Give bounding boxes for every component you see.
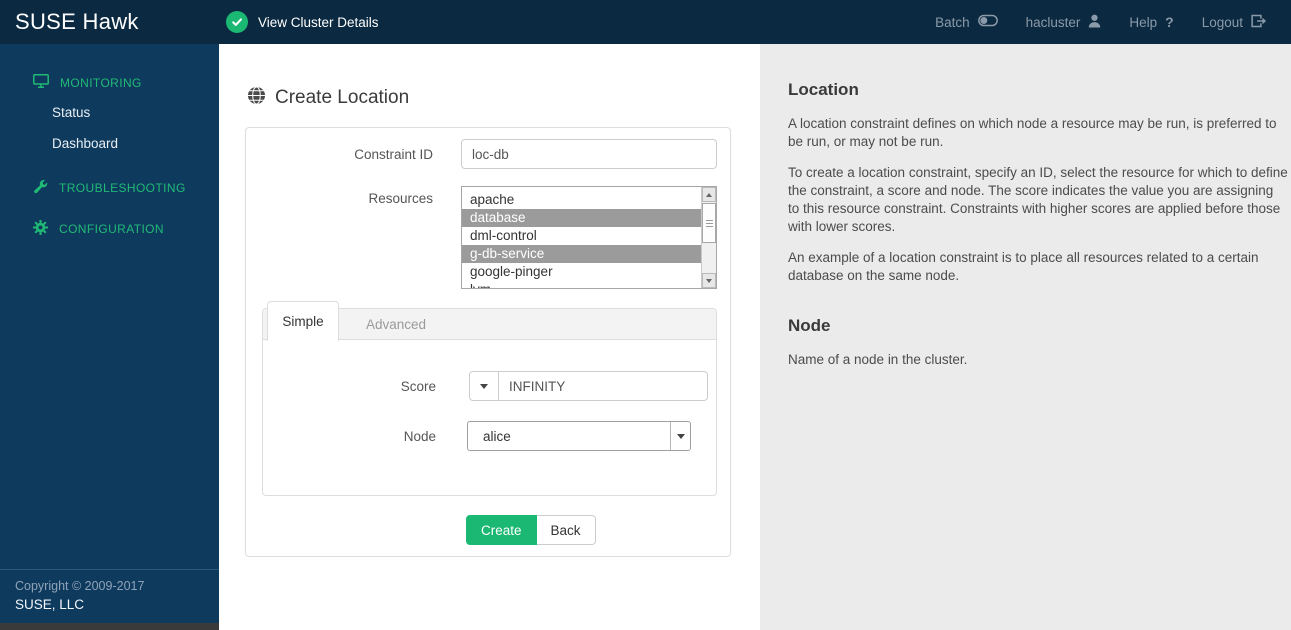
resource-option[interactable]: dml-control: [462, 227, 701, 245]
caret-down-icon: [676, 433, 685, 439]
resource-option[interactable]: apache: [462, 191, 701, 209]
tab-simple[interactable]: Simple: [267, 301, 339, 341]
toggle-icon: [977, 14, 998, 30]
scrollbar-thumb[interactable]: [702, 203, 716, 243]
caret-down-icon: [480, 383, 488, 389]
sidebar-footer: Copyright © 2009-2017 SUSE, LLC: [0, 569, 219, 623]
configuration-label: CONFIGURATION: [59, 222, 164, 236]
help-link[interactable]: Help ?: [1115, 14, 1187, 30]
wrench-icon: [33, 179, 48, 197]
batch-link[interactable]: Batch: [921, 14, 1012, 30]
chevron-down-icon: [706, 278, 712, 283]
company-text: SUSE, LLC: [15, 597, 85, 612]
monitor-icon: [33, 74, 49, 91]
sidebar-item-troubleshooting[interactable]: TROUBLESHOOTING: [0, 179, 219, 197]
sidebar-item-configuration[interactable]: CONFIGURATION: [0, 220, 219, 238]
node-selected-value: alice: [483, 428, 511, 444]
resource-option[interactable]: database: [462, 209, 701, 227]
form-actions: Create Back: [466, 515, 596, 545]
bottom-strip: [0, 623, 219, 630]
sidebar-item-status[interactable]: Status: [0, 105, 219, 120]
user-icon: [1088, 14, 1101, 31]
logout-link[interactable]: Logout: [1188, 14, 1281, 31]
troubleshooting-label: TROUBLESHOOTING: [59, 181, 186, 195]
constraint-id-input[interactable]: [461, 139, 717, 169]
score-dropdown-button[interactable]: [470, 372, 499, 400]
help-location-paragraph-2: To create a location constraint, specify…: [788, 165, 1288, 234]
resources-label: Resources: [368, 191, 433, 206]
create-location-form: Constraint ID Resources apache database …: [245, 127, 731, 557]
user-menu[interactable]: hacluster: [1012, 14, 1116, 31]
score-input-group: [469, 371, 708, 401]
topbar-links: Batch hacluster Help ? Logout: [921, 14, 1291, 31]
sidebar: MONITORING Status Dashboard TROUBLESHOOT…: [0, 44, 219, 630]
node-label: Node: [403, 429, 436, 444]
monitoring-label: MONITORING: [60, 75, 142, 90]
resources-multiselect[interactable]: apache database dml-control g-db-service…: [461, 186, 717, 289]
tab-advanced[interactable]: Advanced: [352, 309, 440, 340]
page-title-text: Create Location: [275, 87, 410, 108]
cluster-status[interactable]: View Cluster Details: [226, 11, 379, 33]
resource-option[interactable]: lvm: [462, 281, 701, 288]
score-input[interactable]: [499, 372, 707, 400]
resource-option[interactable]: g-db-service: [462, 245, 701, 263]
chevron-up-icon: [706, 192, 712, 197]
help-location-title: Location: [788, 80, 859, 99]
back-button[interactable]: Back: [536, 515, 596, 545]
node-dropdown-button[interactable]: [670, 422, 690, 450]
help-location-paragraph-1: A location constraint defines on which n…: [788, 116, 1277, 149]
help-location-paragraph-3: An example of a location constraint is t…: [788, 250, 1259, 283]
sidebar-item-monitoring[interactable]: MONITORING: [0, 74, 219, 91]
logout-label: Logout: [1201, 14, 1243, 30]
resources-scrollbar[interactable]: [701, 187, 716, 288]
help-panel: Location A location constraint defines o…: [760, 44, 1291, 630]
score-label: Score: [400, 379, 436, 394]
create-button[interactable]: Create: [466, 515, 537, 545]
constraint-id-label: Constraint ID: [354, 147, 433, 162]
cluster-status-label: View Cluster Details: [258, 14, 379, 30]
page-title: Create Location: [247, 86, 409, 110]
sidebar-item-dashboard[interactable]: Dashboard: [0, 136, 219, 151]
gear-icon: [33, 220, 48, 238]
copyright-text: Copyright © 2009-2017: [15, 579, 145, 593]
app-logo[interactable]: SUSE Hawk: [0, 9, 219, 35]
batch-label: Batch: [935, 14, 970, 30]
resources-list: apache database dml-control g-db-service…: [462, 187, 701, 288]
main-content: Create Location Constraint ID Resources …: [219, 44, 760, 630]
question-mark-icon: ?: [1165, 14, 1174, 30]
user-label: hacluster: [1025, 14, 1081, 30]
node-select[interactable]: alice: [467, 421, 691, 451]
help-node-paragraph: Name of a node in the cluster.: [788, 352, 968, 367]
constraint-tab-panel: Simple Advanced Score Node alice: [262, 301, 717, 496]
resource-option[interactable]: google-pinger: [462, 263, 701, 281]
help-label: Help: [1129, 14, 1158, 30]
topbar: SUSE Hawk View Cluster Details Batch hac…: [0, 0, 1291, 44]
scroll-up-button[interactable]: [702, 187, 716, 202]
scroll-down-button[interactable]: [702, 273, 716, 288]
sign-out-icon: [1251, 14, 1267, 31]
help-node-title: Node: [788, 316, 831, 335]
globe-icon: [247, 86, 266, 110]
check-circle-icon: [226, 11, 248, 33]
